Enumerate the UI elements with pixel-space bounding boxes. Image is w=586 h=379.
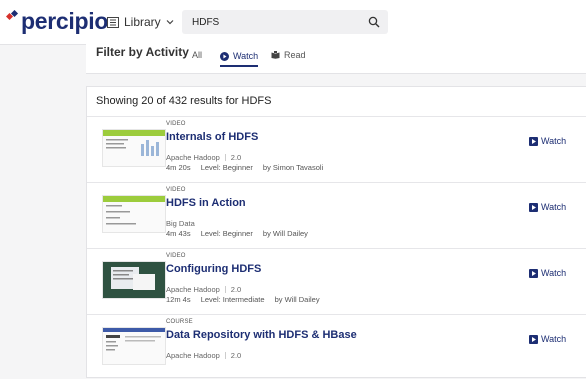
result-category: Big Data: [166, 219, 195, 228]
watch-label: Watch: [541, 268, 567, 278]
left-sidebar: [0, 45, 86, 366]
tab-watch[interactable]: Watch: [220, 47, 259, 67]
category-text: Apache Hadoop: [166, 153, 220, 162]
watch-button[interactable]: Watch: [529, 136, 566, 146]
duration-text: 4m 43s: [166, 229, 191, 238]
library-icon: [107, 16, 119, 28]
author-text: by Will Dailey: [274, 295, 320, 304]
content-type-label: VIDEO: [166, 187, 186, 193]
slide-thumbnail-icon: [103, 130, 165, 156]
category-text: Big Data: [166, 219, 195, 228]
separator: [224, 286, 226, 293]
content-type-label: COURSE: [166, 319, 193, 325]
content-type-label: VIDEO: [166, 121, 186, 127]
result-row[interactable]: COURSE Data Repository with HDFS & HBase…: [87, 314, 586, 379]
watch-button[interactable]: Watch: [529, 334, 566, 344]
result-meta: 4m 43s Level: Beginner by Will Dailey: [166, 229, 316, 238]
watch-label: Watch: [541, 136, 567, 146]
separator: [224, 154, 226, 161]
result-thumbnail[interactable]: [102, 261, 166, 299]
level-text: Level: Beginner: [200, 229, 253, 238]
filter-title: Filter by Activity: [96, 45, 189, 59]
play-icon: [529, 334, 538, 344]
percipio-logo[interactable]: percipio: [6, 7, 109, 34]
result-meta: 4m 20s Level: Beginner by Simon Tavasoli: [166, 163, 331, 172]
tab-all[interactable]: All: [192, 47, 202, 63]
result-row[interactable]: VIDEO Configuring HDFS Apache Hadoop 2.0 …: [87, 248, 586, 313]
search-box: [182, 10, 388, 34]
library-menu-button[interactable]: Library: [107, 13, 174, 31]
result-title[interactable]: Configuring HDFS: [166, 263, 261, 275]
slide-thumbnail-icon: [103, 196, 165, 225]
play-icon: [529, 202, 538, 212]
result-thumbnail[interactable]: [102, 129, 166, 167]
watch-button[interactable]: Watch: [529, 202, 566, 212]
result-thumbnail[interactable]: [102, 327, 166, 365]
result-title[interactable]: HDFS in Action: [166, 197, 246, 209]
book-icon: [271, 51, 280, 59]
logo-text: percipio: [21, 7, 109, 34]
tab-read[interactable]: Read: [271, 47, 306, 63]
result-row[interactable]: VIDEO HDFS in Action Big Data 4m 43s Lev…: [87, 182, 586, 247]
search-icon[interactable]: [368, 16, 380, 28]
level-text: Level: Beginner: [200, 163, 253, 172]
results-panel: Showing 20 of 432 results for HDFS VIDEO…: [86, 86, 586, 378]
result-category: Apache Hadoop 2.0: [166, 285, 241, 294]
result-title[interactable]: Internals of HDFS: [166, 131, 258, 143]
screenshot-thumbnail-icon: [103, 328, 165, 351]
play-icon: [529, 268, 538, 278]
play-icon: [529, 136, 538, 146]
watch-button[interactable]: Watch: [529, 268, 566, 278]
play-circle-icon: [220, 51, 229, 61]
result-row[interactable]: VIDEO Internals of HDFS Apache Hadoop 2.0…: [87, 116, 586, 181]
results-summary: Showing 20 of 432 results for HDFS: [96, 95, 272, 107]
result-category: Apache Hadoop 2.0: [166, 153, 241, 162]
category-text: Apache Hadoop: [166, 351, 220, 360]
separator: [224, 352, 226, 359]
screenshot-thumbnail-icon: [103, 262, 165, 298]
duration-text: 12m 4s: [166, 295, 191, 304]
author-text: by Simon Tavasoli: [262, 163, 324, 172]
duration-text: 4m 20s: [166, 163, 191, 172]
result-category: Apache Hadoop 2.0: [166, 351, 241, 360]
result-title[interactable]: Data Repository with HDFS & HBase: [166, 329, 357, 341]
watch-label: Watch: [541, 202, 567, 212]
tab-read-label: Read: [284, 50, 306, 60]
library-label: Library: [124, 15, 161, 29]
author-text: by Will Dailey: [262, 229, 308, 238]
result-meta: 12m 4s Level: Intermediate by Will Daile…: [166, 295, 328, 304]
result-thumbnail[interactable]: [102, 195, 166, 233]
tab-all-label: All: [192, 50, 203, 60]
chevron-down-icon: [166, 20, 174, 25]
level-text: Level: Intermediate: [200, 295, 265, 304]
filter-bar: Filter by Activity All Watch Read: [86, 36, 586, 74]
category-text: Apache Hadoop: [166, 285, 220, 294]
search-input[interactable]: [182, 10, 372, 34]
content-type-label: VIDEO: [166, 253, 186, 259]
version-text: 2.0: [230, 153, 242, 162]
watch-label: Watch: [541, 334, 567, 344]
version-text: 2.0: [230, 285, 242, 294]
tab-watch-label: Watch: [233, 51, 259, 61]
logo-diamond-icon: [6, 10, 19, 21]
version-text: 2.0: [230, 351, 242, 360]
